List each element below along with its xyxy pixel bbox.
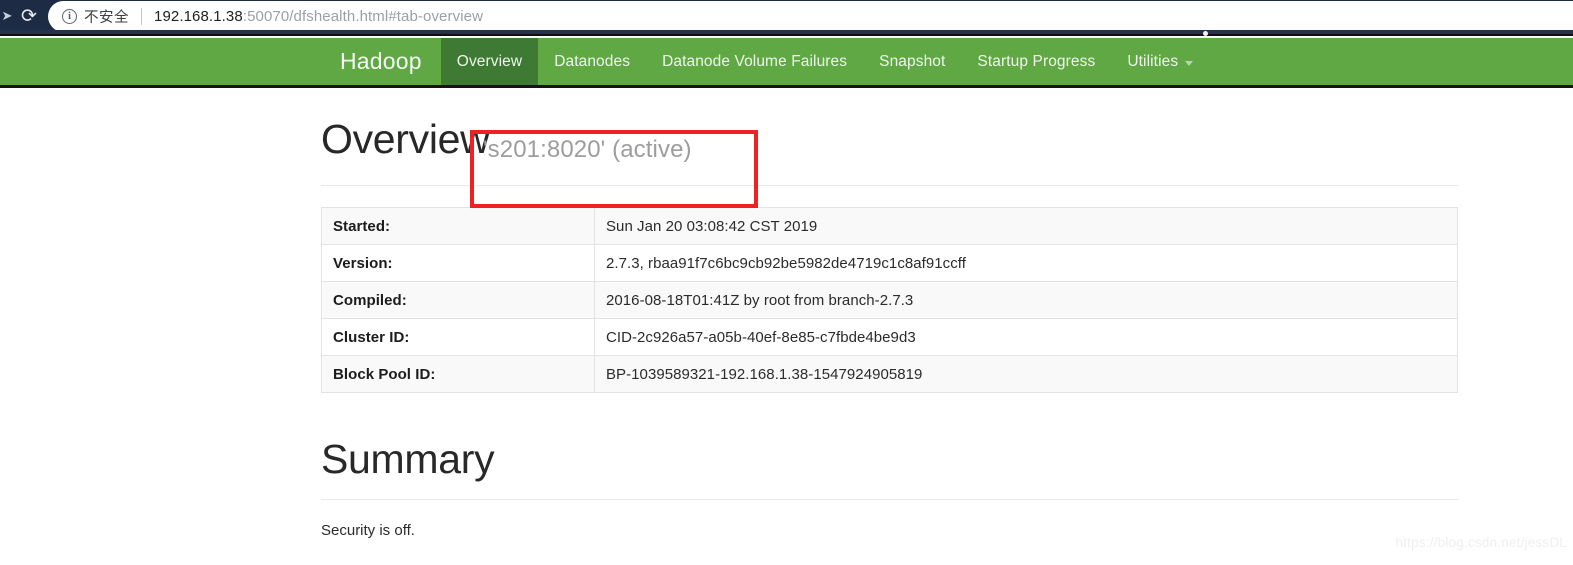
nav-item-startup-progress[interactable]: Startup Progress: [961, 38, 1111, 85]
table-cell-key: Compiled:: [321, 281, 595, 319]
browser-chrome: ➤ ⟳ i 不安全 192.168.1.38:50070/dfshealth.h…: [0, 0, 1573, 36]
omnibox-row: ➤ ⟳ i 不安全 192.168.1.38:50070/dfshealth.h…: [0, 0, 1573, 33]
table-cell-value: BP-1039589321-192.168.1.38-1547924905819: [594, 355, 1458, 393]
page-content: Overview 's201:8020' (active) Started: S…: [321, 88, 1458, 539]
watermark: https://blog.csdn.net/jessDL: [1395, 535, 1567, 550]
url-path: :50070/dfshealth.html#tab-overview: [242, 8, 484, 25]
nav-item-label: Datanode Volume Failures: [662, 52, 848, 70]
reload-icon[interactable]: ⟳: [16, 4, 42, 29]
not-secure-label: 不安全: [84, 10, 129, 26]
security-status-indicator[interactable]: i 不安全: [62, 6, 129, 27]
annotation-highlight-box: [470, 130, 758, 208]
table-cell-key: Version:: [321, 244, 595, 282]
nav-item-label: Snapshot: [879, 52, 946, 70]
nav-item-datanode-volume-failures[interactable]: Datanode Volume Failures: [646, 38, 863, 85]
table-row: Cluster ID: CID-2c926a57-a05b-40ef-8e85-…: [321, 318, 1458, 356]
nav-item-label: Startup Progress: [977, 52, 1096, 70]
url-host: 192.168.1.38: [154, 8, 243, 25]
table-cell-value: 2016-08-18T01:41Z by root from branch-2.…: [594, 281, 1458, 319]
summary-heading: Summary: [321, 436, 495, 482]
hadoop-navbar: Hadoop Overview Datanodes Datanode Volum…: [0, 38, 1573, 88]
overview-heading-row: Overview 's201:8020' (active): [321, 88, 1458, 208]
table-row: Compiled: 2016-08-18T01:41Z by root from…: [321, 281, 1458, 319]
nav-item-label: Utilities: [1127, 52, 1179, 70]
nav-item-label: Datanodes: [554, 52, 631, 70]
security-status-text: Security is off.: [321, 522, 415, 539]
tabstrip-dot-indicator: [1203, 31, 1208, 36]
nav-item-snapshot[interactable]: Snapshot: [863, 38, 961, 85]
table-row: Started: Sun Jan 20 03:08:42 CST 2019: [321, 207, 1458, 245]
nav-item-utilities[interactable]: Utilities: [1111, 38, 1209, 85]
table-cell-key: Started:: [321, 207, 595, 245]
address-bar[interactable]: i 不安全 192.168.1.38:50070/dfshealth.html#…: [48, 1, 1573, 32]
table-cell-value: Sun Jan 20 03:08:42 CST 2019: [594, 207, 1458, 245]
nav-item-label: Overview: [456, 52, 523, 70]
chevron-down-icon: [1185, 61, 1194, 66]
omnibox-separator: [141, 8, 142, 25]
nav-item-datanodes[interactable]: Datanodes: [538, 38, 646, 85]
table-row: Version: 2.7.3, rbaa91f7c6bc9cb92be5982d…: [321, 244, 1458, 282]
nav-brand-label: Hadoop: [340, 48, 422, 74]
table-cell-value: CID-2c926a57-a05b-40ef-8e85-c7fbde4be9d3: [594, 318, 1458, 356]
tabstrip-band: [0, 30, 1573, 36]
nav-brand-hadoop[interactable]: Hadoop: [321, 38, 441, 85]
forward-arrow-icon[interactable]: ➤: [0, 8, 14, 24]
table-cell-key: Cluster ID:: [321, 318, 595, 356]
table-row: Block Pool ID: BP-1039589321-192.168.1.3…: [321, 355, 1458, 393]
nav-item-overview[interactable]: Overview: [440, 38, 539, 85]
table-cell-value: 2.7.3, rbaa91f7c6bc9cb92be5982de4719c1c8…: [594, 244, 1458, 282]
overview-table: Started: Sun Jan 20 03:08:42 CST 2019 Ve…: [321, 207, 1458, 393]
info-circle-icon: i: [62, 9, 77, 24]
url-text[interactable]: 192.168.1.38:50070/dfshealth.html#tab-ov…: [154, 8, 483, 25]
table-cell-key: Block Pool ID:: [321, 355, 595, 393]
page-title: Overview: [321, 116, 490, 162]
summary-section-rule: [321, 499, 1458, 500]
